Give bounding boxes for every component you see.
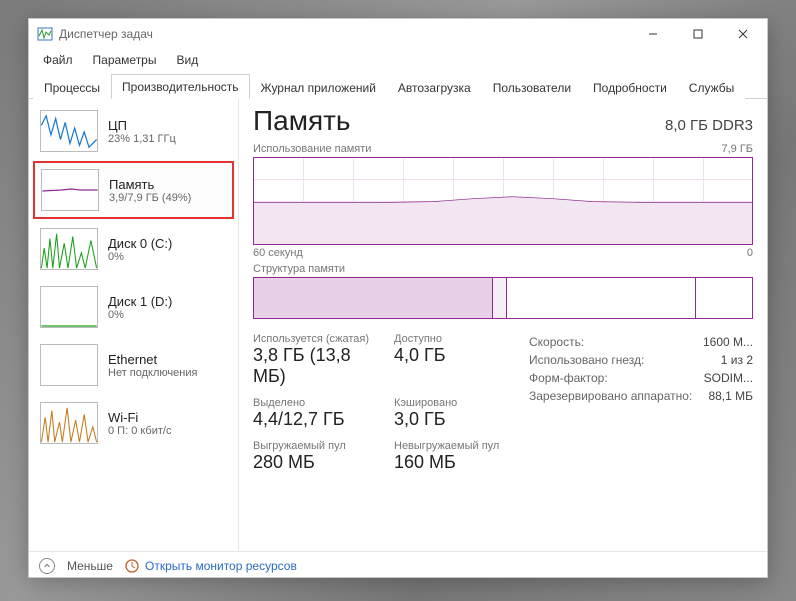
task-manager-window: Диспетчер задач Файл Параметры Вид Проце… bbox=[28, 18, 768, 578]
menu-file[interactable]: Файл bbox=[35, 51, 81, 69]
sidebar-item-label: ЦП bbox=[108, 118, 176, 133]
segment-free bbox=[696, 278, 752, 318]
menubar: Файл Параметры Вид bbox=[29, 49, 767, 71]
specs-list: Скорость:1600 М... Использовано гнезд:1 … bbox=[529, 333, 753, 473]
memory-composition-chart bbox=[253, 277, 753, 319]
disk1-thumb bbox=[40, 286, 98, 328]
sidebar-item-disk1[interactable]: Диск 1 (D:) 0% bbox=[33, 279, 234, 335]
sidebar-item-cpu[interactable]: ЦП 23% 1,31 ГГц bbox=[33, 103, 234, 159]
sidebar-item-sub: 0 П: 0 кбит/с bbox=[108, 425, 171, 437]
sidebar-item-sub: Нет подключения bbox=[108, 367, 197, 379]
sidebar-item-sub: 0% bbox=[108, 251, 172, 263]
tab-users[interactable]: Пользователи bbox=[482, 75, 582, 99]
memory-thumb bbox=[41, 169, 99, 211]
sidebar-item-memory[interactable]: Память 3,9/7,9 ГБ (49%) bbox=[33, 161, 234, 219]
stat-paged-pool: Выгружаемый пул 280 МБ bbox=[253, 440, 380, 473]
sidebar-item-label: Ethernet bbox=[108, 352, 197, 367]
tab-services[interactable]: Службы bbox=[678, 75, 745, 99]
ethernet-thumb bbox=[40, 344, 98, 386]
open-resource-monitor-link[interactable]: Открыть монитор ресурсов bbox=[125, 559, 297, 573]
stat-nonpaged-pool: Невыгружаемый пул 160 МБ bbox=[394, 440, 521, 473]
wifi-thumb bbox=[40, 402, 98, 444]
titlebar: Диспетчер задач bbox=[29, 19, 767, 49]
tab-bar: Процессы Производительность Журнал прило… bbox=[29, 73, 767, 99]
close-button[interactable] bbox=[720, 19, 765, 49]
memory-usage-chart bbox=[253, 157, 753, 245]
menu-options[interactable]: Параметры bbox=[85, 51, 165, 69]
chart-x-right: 0 bbox=[747, 247, 753, 259]
resource-monitor-icon bbox=[125, 559, 139, 573]
minimize-button[interactable] bbox=[630, 19, 675, 49]
maximize-button[interactable] bbox=[675, 19, 720, 49]
content-area: ЦП 23% 1,31 ГГц Память 3,9/7,9 ГБ (49%) bbox=[29, 99, 767, 551]
usage-label: Использование памяти bbox=[253, 143, 371, 155]
menu-view[interactable]: Вид bbox=[168, 51, 206, 69]
sidebar-item-label: Диск 0 (C:) bbox=[108, 236, 172, 251]
detail-title: Память bbox=[253, 105, 351, 137]
spec-row: Скорость:1600 М... bbox=[529, 333, 753, 351]
stats-grid: Используется (сжатая) 3,8 ГБ (13,8 МБ) Д… bbox=[253, 333, 521, 473]
segment-standby bbox=[507, 278, 696, 318]
app-icon bbox=[37, 26, 53, 42]
sidebar-item-sub: 3,9/7,9 ГБ (49%) bbox=[109, 192, 191, 204]
usage-max: 7,9 ГБ bbox=[721, 143, 753, 155]
detail-capacity: 8,0 ГБ DDR3 bbox=[665, 117, 753, 134]
footer: Меньше Открыть монитор ресурсов bbox=[29, 551, 767, 579]
sidebar-item-disk0[interactable]: Диск 0 (C:) 0% bbox=[33, 221, 234, 277]
spec-row: Форм-фактор:SODIM... bbox=[529, 369, 753, 387]
sidebar-item-wifi[interactable]: Wi-Fi 0 П: 0 кбит/с bbox=[33, 395, 234, 451]
sidebar-item-label: Память bbox=[109, 177, 191, 192]
spec-row: Зарезервировано аппаратно:88,1 МБ bbox=[529, 387, 753, 405]
stat-cached: Кэшировано 3,0 ГБ bbox=[394, 397, 521, 430]
spec-row: Использовано гнезд:1 из 2 bbox=[529, 351, 753, 369]
sidebar-item-label: Диск 1 (D:) bbox=[108, 294, 172, 309]
stat-committed: Выделено 4,4/12,7 ГБ bbox=[253, 397, 380, 430]
sidebar-item-sub: 0% bbox=[108, 309, 172, 321]
sidebar-item-sub: 23% 1,31 ГГц bbox=[108, 133, 176, 145]
segment-used bbox=[254, 278, 493, 318]
tab-processes[interactable]: Процессы bbox=[33, 75, 111, 99]
tab-performance[interactable]: Производительность bbox=[111, 74, 249, 99]
stat-available: Доступно 4,0 ГБ bbox=[394, 333, 521, 387]
sidebar-item-label: Wi-Fi bbox=[108, 410, 171, 425]
chart-x-left: 60 секунд bbox=[253, 247, 303, 259]
detail-panel: Память 8,0 ГБ DDR3 Использование памяти … bbox=[239, 99, 767, 551]
tab-details[interactable]: Подробности bbox=[582, 75, 678, 99]
chevron-up-icon[interactable] bbox=[39, 558, 55, 574]
fewer-details-button[interactable]: Меньше bbox=[67, 559, 113, 573]
window-title: Диспетчер задач bbox=[59, 27, 153, 41]
tab-app-history[interactable]: Журнал приложений bbox=[250, 75, 387, 99]
struct-label: Структура памяти bbox=[253, 263, 345, 275]
stat-inuse: Используется (сжатая) 3,8 ГБ (13,8 МБ) bbox=[253, 333, 380, 387]
tab-startup[interactable]: Автозагрузка bbox=[387, 75, 482, 99]
cpu-thumb bbox=[40, 110, 98, 152]
disk0-thumb bbox=[40, 228, 98, 270]
segment-modified bbox=[493, 278, 507, 318]
sidebar: ЦП 23% 1,31 ГГц Память 3,9/7,9 ГБ (49%) bbox=[29, 99, 239, 551]
sidebar-item-ethernet[interactable]: Ethernet Нет подключения bbox=[33, 337, 234, 393]
